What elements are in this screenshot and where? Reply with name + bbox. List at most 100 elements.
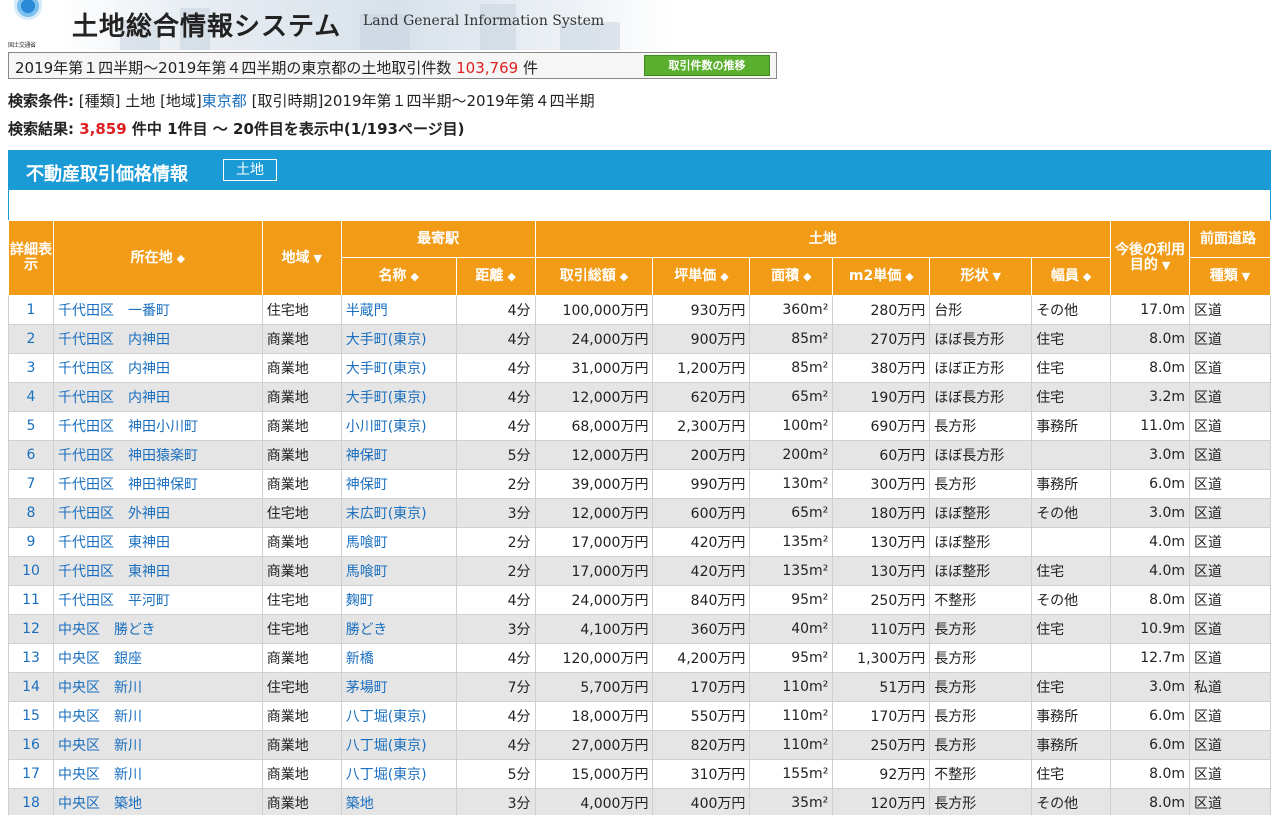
header-detail: 詳細表示 — [8, 220, 54, 296]
row-location-link[interactable]: 千代田区 神田猿楽町 — [52, 440, 263, 470]
row-location-link[interactable]: 千代田区 内神田 — [52, 382, 263, 412]
row-station-link[interactable]: 馬喰町 — [340, 527, 457, 557]
row-station-link[interactable]: 神保町 — [340, 440, 457, 470]
row-detail-link[interactable]: 8 — [8, 498, 54, 528]
row-location-link[interactable]: 千代田区 内神田 — [52, 324, 263, 354]
row-station-link[interactable]: 大手町(東京) — [340, 382, 457, 412]
header-land-group: 土地 — [534, 220, 1112, 258]
row-detail-link[interactable]: 3 — [8, 353, 54, 383]
row-station-link[interactable]: 八丁堀(東京) — [340, 759, 457, 789]
row-station-link[interactable]: 神保町 — [340, 469, 457, 499]
filter-down-icon[interactable]: ▼ — [1242, 270, 1250, 283]
filter-down-icon[interactable]: ▼ — [314, 252, 322, 265]
ministry-logo[interactable]: 国土交通省 — [8, 0, 48, 50]
row-distance: 4分 — [455, 730, 536, 760]
row-detail-link[interactable]: 7 — [8, 469, 54, 499]
row-detail-link[interactable]: 2 — [8, 324, 54, 354]
row-detail-link[interactable]: 18 — [8, 788, 54, 815]
header-road-width[interactable]: 幅員 ◆ — [1031, 257, 1112, 296]
row-detail-link[interactable]: 14 — [8, 672, 54, 702]
header-shape[interactable]: 形状 ▼ — [929, 257, 1033, 296]
row-shape: ほぼ整形 — [929, 556, 1033, 586]
sort-updown-icon[interactable]: ◆ — [410, 270, 418, 283]
row-detail-link[interactable]: 6 — [8, 440, 54, 470]
trend-button[interactable]: 取引件数の推移 — [644, 55, 770, 76]
row-location-link[interactable]: 千代田区 外神田 — [52, 498, 263, 528]
row-station-link[interactable]: 八丁堀(東京) — [340, 701, 457, 731]
sort-updown-icon[interactable]: ◆ — [1083, 270, 1091, 283]
row-location-link[interactable]: 中央区 築地 — [52, 788, 263, 815]
row-location-link[interactable]: 千代田区 東神田 — [52, 527, 263, 557]
header-distance[interactable]: 距離 ◆ — [455, 257, 536, 296]
row-tsubo-price: 400万円 — [652, 788, 751, 815]
row-location-link[interactable]: 中央区 銀座 — [52, 643, 263, 673]
row-detail-link[interactable]: 17 — [8, 759, 54, 789]
row-location-link[interactable]: 千代田区 東神田 — [52, 556, 263, 586]
header-area-type[interactable]: 地域 ▼ — [261, 220, 342, 296]
row-detail-link[interactable]: 9 — [8, 527, 54, 557]
row-detail-link[interactable]: 13 — [8, 643, 54, 673]
row-location-link[interactable]: 千代田区 内神田 — [52, 353, 263, 383]
period-value: 2019年第１四半期～2019年第４四半期 — [323, 92, 595, 110]
filter-down-icon[interactable]: ▼ — [992, 270, 1000, 283]
row-station-link[interactable]: 半蔵門 — [340, 295, 457, 325]
row-detail-link[interactable]: 5 — [8, 411, 54, 441]
row-location-link[interactable]: 中央区 新川 — [52, 730, 263, 760]
sort-updown-icon[interactable]: ◆ — [177, 252, 185, 265]
header-station-name[interactable]: 名称 ◆ — [340, 257, 457, 296]
row-distance: 3分 — [455, 614, 536, 644]
row-location-link[interactable]: 千代田区 神田小川町 — [52, 411, 263, 441]
row-road-type: 区道 — [1189, 614, 1271, 644]
row-station-link[interactable]: 八丁堀(東京) — [340, 730, 457, 760]
row-distance: 4分 — [455, 382, 536, 412]
header-tsubo-price[interactable]: 坪単価 ◆ — [652, 257, 751, 296]
row-detail-link[interactable]: 16 — [8, 730, 54, 760]
row-shape: 長方形 — [929, 643, 1033, 673]
row-station-link[interactable]: 茅場町 — [340, 672, 457, 702]
site-title[interactable]: 土地総合情報システム — [72, 6, 341, 43]
header-future-use[interactable]: 今後の利用目的 ▼ — [1110, 220, 1191, 296]
header-m2-price[interactable]: m2単価 ◆ — [832, 257, 931, 296]
row-station-link[interactable]: 新橋 — [340, 643, 457, 673]
row-area-type: 商業地 — [261, 643, 342, 673]
sort-updown-icon[interactable]: ◆ — [620, 270, 628, 283]
row-detail-link[interactable]: 12 — [8, 614, 54, 644]
row-location-link[interactable]: 千代田区 一番町 — [52, 295, 263, 325]
row-road-width: 8.0m — [1110, 759, 1191, 789]
row-tsubo-price: 2,300万円 — [652, 411, 751, 441]
sort-updown-icon[interactable]: ◆ — [905, 270, 913, 283]
row-road-type: 区道 — [1189, 585, 1271, 615]
row-station-link[interactable]: 小川町(東京) — [340, 411, 457, 441]
row-station-link[interactable]: 勝どき — [340, 614, 457, 644]
row-station-link[interactable]: 大手町(東京) — [340, 324, 457, 354]
row-location-link[interactable]: 中央区 新川 — [52, 672, 263, 702]
row-location-link[interactable]: 千代田区 神田神保町 — [52, 469, 263, 499]
row-detail-link[interactable]: 4 — [8, 382, 54, 412]
row-location-link[interactable]: 中央区 勝どき — [52, 614, 263, 644]
header-road-type[interactable]: 種類 ▼ — [1189, 257, 1271, 296]
header-area[interactable]: 面積 ◆ — [749, 257, 834, 296]
row-station-link[interactable]: 大手町(東京) — [340, 353, 457, 383]
row-location-link[interactable]: 千代田区 平河町 — [52, 585, 263, 615]
region-link[interactable]: 東京都 — [202, 92, 247, 110]
row-detail-link[interactable]: 11 — [8, 585, 54, 615]
panel-title: 不動産取引価格情報 — [26, 164, 188, 185]
row-tsubo-price: 420万円 — [652, 527, 751, 557]
row-station-link[interactable]: 麹町 — [340, 585, 457, 615]
header-location[interactable]: 所在地 ◆ — [52, 220, 263, 296]
row-station-link[interactable]: 馬喰町 — [340, 556, 457, 586]
row-station-link[interactable]: 築地 — [340, 788, 457, 815]
row-station-link[interactable]: 末広町(東京) — [340, 498, 457, 528]
count-suffix: 件 — [522, 59, 538, 77]
row-road-type: 区道 — [1189, 498, 1271, 528]
filter-down-icon[interactable]: ▼ — [1162, 259, 1170, 272]
row-location-link[interactable]: 中央区 新川 — [52, 701, 263, 731]
row-detail-link[interactable]: 1 — [8, 295, 54, 325]
row-detail-link[interactable]: 10 — [8, 556, 54, 586]
row-location-link[interactable]: 中央区 新川 — [52, 759, 263, 789]
sort-updown-icon[interactable]: ◆ — [720, 270, 728, 283]
row-detail-link[interactable]: 15 — [8, 701, 54, 731]
sort-updown-icon[interactable]: ◆ — [507, 270, 515, 283]
sort-updown-icon[interactable]: ◆ — [803, 270, 811, 283]
header-total-price[interactable]: 取引総額 ◆ — [534, 257, 654, 296]
